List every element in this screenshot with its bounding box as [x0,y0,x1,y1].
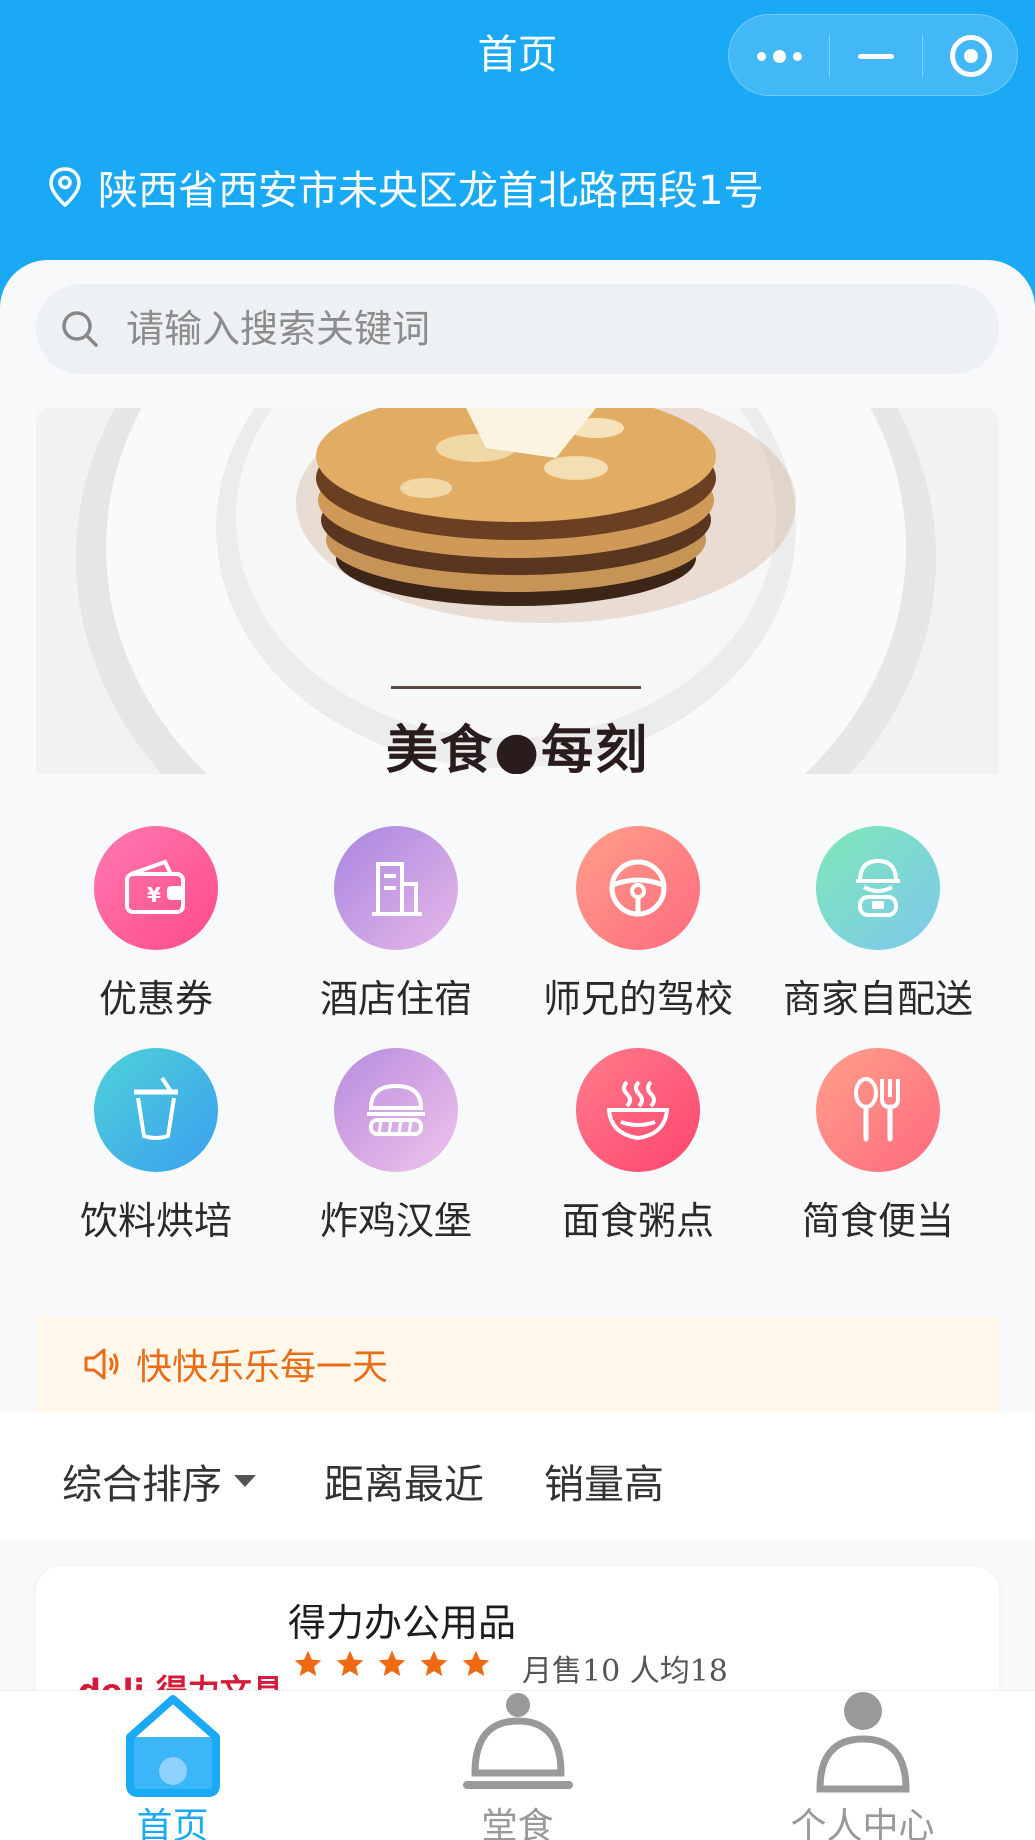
star-icon [378,1650,406,1676]
category-label: 商家自配送 [782,977,973,1021]
speaker-icon [84,1348,119,1380]
tab-dine-in[interactable]: 堂食 [345,1691,690,1840]
tab-bar: 首页 堂食 个人中心 [0,1690,1035,1840]
tab-home[interactable]: 首页 [0,1691,345,1840]
tab-profile[interactable]: 个人中心 [690,1691,1035,1840]
star-icon [462,1650,490,1676]
banner-caption: 美食●每刻 [385,721,650,774]
wallet-coupon-icon: ¥ [94,826,218,950]
burger-icon [334,1048,458,1172]
location-pin-icon [49,167,81,207]
category-driving-school[interactable]: 师兄的驾校 [518,826,758,1023]
caret-down-icon [234,1475,256,1487]
sort-comprehensive[interactable]: 综合排序 [62,1452,256,1510]
building-icon [334,826,458,950]
category-coupon[interactable]: ¥ 优惠券 [36,826,276,1023]
store-name: 得力办公用品 [288,1601,517,1645]
user-icon [815,1692,910,1793]
sort-label: 距离最近 [324,1462,484,1508]
announcement-bar[interactable]: 快快乐乐每一天 [36,1316,999,1412]
category-drinks-bakery[interactable]: 饮料烘培 [36,1048,276,1245]
banner-carousel[interactable]: 美食●每刻 [36,408,999,774]
sort-label: 销量高 [544,1462,664,1508]
tab-label: 首页 [136,1806,209,1840]
tab-label: 堂食 [481,1806,554,1840]
store-rating [292,1648,492,1680]
drink-cup-icon [94,1048,218,1172]
location-selector[interactable]: 陕西省西安市未央区龙首北路西段1号 [48,158,763,216]
star-icon [420,1650,448,1676]
star-icon [294,1650,322,1676]
tab-label: 个人中心 [790,1806,935,1840]
store-sales-meta: 月售10 人均18 [522,1654,728,1689]
noodle-bowl-icon [576,1048,700,1172]
category-label: 饮料烘培 [79,1199,232,1243]
svg-text:¥: ¥ [147,883,161,907]
minimize-button[interactable] [830,15,922,97]
banner-divider-line [391,686,641,689]
more-dots-icon [756,49,802,63]
category-noodles-congee[interactable]: 面食粥点 [518,1048,758,1245]
mini-program-capsule [728,14,1018,96]
category-bento[interactable]: 简食便当 [758,1048,998,1245]
minus-icon [858,53,894,59]
category-hotel[interactable]: 酒店住宿 [276,826,516,1023]
category-label: 炸鸡汉堡 [319,1199,472,1243]
category-fried-chicken[interactable]: 炸鸡汉堡 [276,1048,516,1245]
sort-bar: 综合排序 距离最近 销量高 [0,1412,1035,1540]
search-icon [62,311,98,347]
search-bar[interactable] [36,284,999,374]
category-label: 酒店住宿 [319,977,472,1021]
home-icon [125,1695,220,1797]
courier-icon [816,826,940,950]
target-icon [950,35,992,77]
location-address: 陕西省西安市未央区龙首北路西段1号 [98,168,764,214]
close-miniprogram-button[interactable] [923,15,1019,97]
sort-distance[interactable]: 距离最近 [324,1452,484,1510]
search-input[interactable] [126,307,946,351]
announcement-text: 快快乐乐每一天 [136,1347,389,1388]
category-label: 简食便当 [801,1199,954,1243]
spoon-fork-icon [816,1048,940,1172]
sort-label: 综合排序 [62,1462,222,1508]
cloche-icon [462,1693,573,1789]
category-merchant-delivery[interactable]: 商家自配送 [758,826,998,1023]
more-button[interactable] [729,15,829,97]
category-label: 师兄的驾校 [542,977,733,1021]
steering-wheel-icon [576,826,700,950]
category-label: 优惠券 [98,977,213,1021]
category-label: 面食粥点 [561,1199,714,1243]
star-icon [336,1650,364,1676]
sort-sales[interactable]: 销量高 [544,1452,664,1510]
